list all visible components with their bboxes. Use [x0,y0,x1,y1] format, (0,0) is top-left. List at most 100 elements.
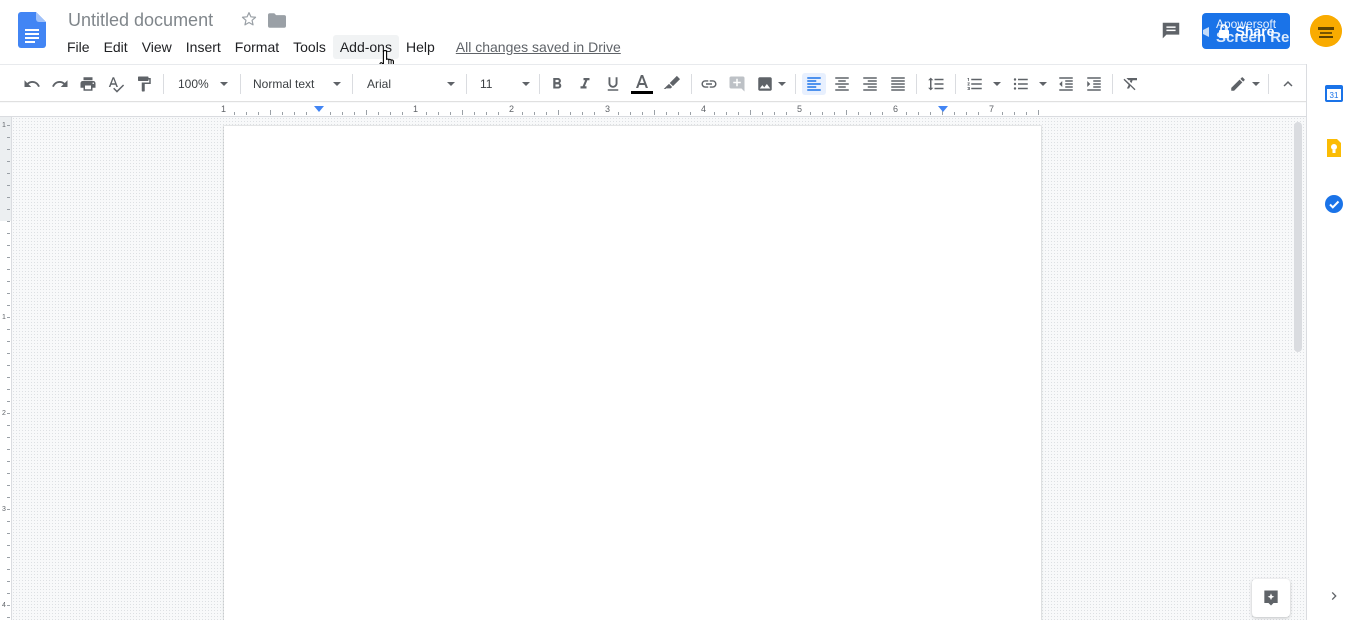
calendar-icon[interactable]: 31 [1324,83,1344,103]
bold-button[interactable] [546,73,568,95]
ruler-tick [246,112,247,115]
docs-logo-icon[interactable] [18,12,46,48]
justify-icon [891,77,905,91]
hide-menus-button[interactable] [1277,73,1299,95]
ruler-tick [486,112,487,115]
ruler-tick [1038,110,1039,115]
size-caret-icon [522,82,530,86]
insert-link-button[interactable] [698,73,720,95]
spellcheck-button[interactable] [105,73,127,95]
line-spacing-button[interactable] [925,73,947,95]
menu-insert[interactable]: Insert [179,35,228,59]
tasks-icon[interactable] [1324,194,1344,214]
align-left-icon [807,77,821,91]
ruler-tick [858,112,859,115]
justify-button[interactable] [887,73,909,95]
font-select[interactable]: Arial [360,73,460,95]
menu-file[interactable]: File [60,35,97,59]
numbered-list-button[interactable] [964,73,986,95]
ruler-tick [954,112,955,115]
share-button[interactable]: Share [1202,13,1290,49]
keep-icon[interactable] [1324,138,1344,158]
bulleted-list-icon [1013,78,1028,90]
italic-button[interactable] [574,73,596,95]
ruler-tick [474,112,475,115]
zoom-caret-icon [220,82,228,86]
paragraph-style-select[interactable]: Normal text [246,73,344,95]
vruler-tick [7,161,10,162]
ruler-label: 6 [893,104,899,114]
explore-button[interactable] [1252,579,1290,617]
ruler-tick [402,112,403,115]
vruler-tick [7,545,10,546]
menu-tools[interactable]: Tools [286,35,333,59]
ruler-label: 7 [989,104,995,114]
paint-format-button[interactable] [133,73,155,95]
undo-button[interactable] [21,73,43,95]
increase-indent-button[interactable] [1083,73,1105,95]
line-spacing-icon [928,77,944,91]
vruler-tick [7,245,10,246]
left-indent-marker[interactable] [314,106,324,112]
highlight-color-button[interactable] [661,73,683,95]
clear-formatting-icon [1123,78,1137,91]
clear-formatting-button[interactable] [1120,73,1142,95]
paint-format-icon [138,76,151,92]
document-page[interactable] [224,126,1041,620]
vruler-tick [7,389,10,390]
ruler-tick [1002,112,1003,115]
align-right-button[interactable] [859,73,881,95]
insert-image-button[interactable] [754,73,776,95]
menubar: File Edit View Insert Format Tools Add-o… [60,35,621,59]
ruler-tick [762,112,763,115]
align-left-button[interactable] [802,73,826,95]
vruler-tick [7,473,10,474]
vruler-tick [7,449,10,450]
ruler-tick [522,112,523,115]
chevron-right-icon[interactable] [1326,588,1342,604]
pencil-icon [1231,77,1245,91]
chevron-up-icon [1283,81,1293,87]
text-color-button[interactable] [630,73,654,95]
menu-format[interactable]: Format [228,35,286,59]
avatar[interactable] [1310,15,1342,47]
saved-status-link[interactable]: All changes saved in Drive [456,39,621,55]
ruler-track[interactable]: 1 1 2 3 4 5 6 7 [221,103,1041,117]
vruler-tick [7,437,10,438]
decrease-indent-button[interactable] [1055,73,1077,95]
ruler-tick [258,112,259,115]
ruler-tick [570,112,571,115]
align-center-button[interactable] [831,73,853,95]
ruler-tick [714,112,715,115]
folder-icon[interactable] [268,13,286,28]
vruler-tick [7,497,10,498]
vertical-scrollbar[interactable] [1294,122,1302,352]
editing-mode-button[interactable] [1226,73,1250,95]
ruler-label: 4 [701,104,707,114]
formatting-toolbar: 100% Normal text Arial 11 [0,64,1306,102]
toolbar-separator [466,74,467,94]
right-indent-marker[interactable] [938,106,948,112]
add-comment-button[interactable] [726,73,748,95]
bold-icon [553,78,562,89]
star-icon[interactable] [240,10,258,28]
ruler-tick [846,110,847,115]
comment-history-icon[interactable] [1160,20,1182,42]
underline-button[interactable] [602,73,624,95]
menu-view[interactable]: View [135,35,179,59]
vruler-tick [7,281,10,282]
horizontal-ruler: 1 1 2 3 4 5 6 7 [0,103,1306,117]
menu-edit[interactable]: Edit [97,35,135,59]
print-button[interactable] [77,73,99,95]
vruler-tick [7,305,10,306]
document-title[interactable]: Untitled document [68,10,213,31]
vruler-tick [7,209,10,210]
bulleted-list-button[interactable] [1010,73,1032,95]
ruler-tick [738,112,739,115]
toolbar-separator [163,74,164,94]
ruler-tick [834,112,835,115]
redo-button[interactable] [49,73,71,95]
menu-help[interactable]: Help [399,35,442,59]
ruler-tick [642,112,643,115]
vruler-tick [7,197,10,198]
